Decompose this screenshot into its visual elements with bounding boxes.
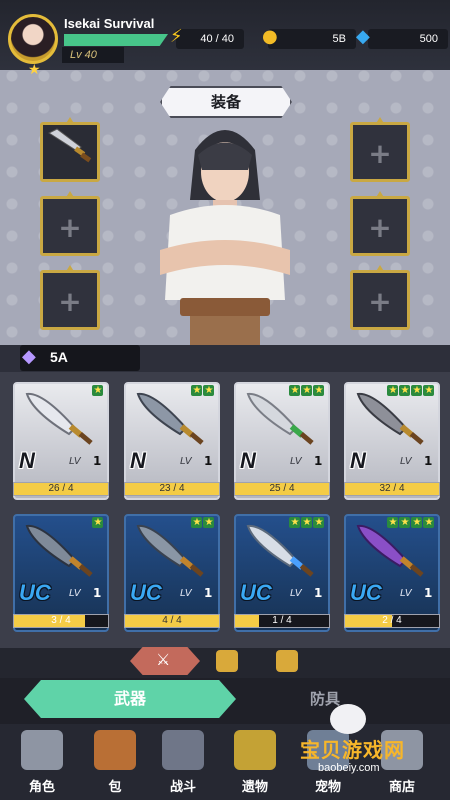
equip-slot-5[interactable]: + bbox=[350, 196, 410, 256]
gem-counter[interactable]: 500 bbox=[368, 29, 448, 49]
rarity-label: N bbox=[130, 448, 146, 473]
progress-text: 2 / 4 bbox=[382, 615, 402, 626]
rarity-label: UC bbox=[19, 580, 51, 605]
upgrade-progress: 3 / 4 bbox=[13, 614, 109, 628]
rank-star-icon: ★ bbox=[28, 62, 41, 78]
gold-counter[interactable]: 5B bbox=[268, 29, 356, 49]
level-label: LV bbox=[69, 588, 81, 599]
power-value: 5A bbox=[50, 349, 68, 365]
level-label: LV bbox=[180, 456, 192, 467]
watermark-url: baobeiy.com bbox=[318, 762, 380, 774]
gem-icon: ◆ bbox=[356, 26, 370, 47]
level-label: LV bbox=[69, 456, 81, 467]
upgrade-progress: 23 / 4 bbox=[124, 482, 220, 496]
upgrade-progress: 25 / 4 bbox=[234, 482, 330, 496]
level-value: 1 bbox=[424, 454, 433, 468]
level-value: 1 bbox=[204, 586, 213, 600]
rarity-label: UC bbox=[130, 580, 162, 605]
plus-icon: + bbox=[368, 285, 392, 318]
crystal-icon: ◆ bbox=[22, 346, 36, 367]
nav-label: 宠物 bbox=[314, 780, 341, 795]
nav-item[interactable]: 角色 bbox=[12, 730, 72, 796]
upgrade-progress: 2 / 4 bbox=[344, 614, 440, 628]
rarity-label: N bbox=[19, 448, 35, 473]
coin-icon: ● bbox=[262, 26, 278, 47]
player-name: Isekai Survival bbox=[64, 16, 155, 31]
blade-icon bbox=[356, 524, 424, 577]
equip-slot-weapon[interactable] bbox=[40, 122, 100, 182]
blade-icon bbox=[25, 392, 93, 445]
level-value: 1 bbox=[314, 454, 323, 468]
progress-fill bbox=[14, 615, 85, 627]
progress-fill bbox=[235, 615, 259, 627]
nav-label: 遗物 bbox=[241, 780, 268, 795]
progress-text: 3 / 4 bbox=[51, 615, 71, 626]
sword-icon: ⚔ bbox=[156, 650, 171, 669]
level-value: 1 bbox=[314, 586, 323, 600]
plus-icon: + bbox=[368, 211, 392, 244]
player-avatar[interactable] bbox=[8, 14, 58, 64]
level-label: LV bbox=[180, 588, 192, 599]
level-label: LV bbox=[290, 456, 302, 467]
level-value: 1 bbox=[204, 454, 213, 468]
level-value: 1 bbox=[93, 586, 102, 600]
level-label: LV bbox=[290, 588, 302, 599]
level-label: LV bbox=[400, 456, 412, 467]
energy-counter[interactable]: 40 / 40 bbox=[176, 29, 244, 49]
player-level: Lv 40 bbox=[62, 47, 124, 63]
nav-label: 商店 bbox=[388, 780, 415, 795]
upgrade-progress: 26 / 4 bbox=[13, 482, 109, 496]
nav-label: 角色 bbox=[28, 780, 55, 795]
power-bar bbox=[20, 345, 140, 371]
progress-text: 4 / 4 bbox=[162, 615, 182, 626]
progress-text: 1 / 4 bbox=[272, 615, 292, 626]
crown-icon bbox=[234, 730, 276, 770]
progress-text: 25 / 4 bbox=[269, 483, 295, 494]
blade-icon bbox=[136, 392, 204, 445]
equip-slot-3[interactable]: + bbox=[40, 270, 100, 330]
progress-text: 23 / 4 bbox=[159, 483, 185, 494]
sword-icon bbox=[47, 128, 92, 163]
experience-bar bbox=[64, 34, 168, 46]
blade-icon bbox=[246, 392, 314, 445]
plus-icon: + bbox=[58, 285, 82, 318]
nav-item[interactable]: 战斗 bbox=[153, 730, 213, 796]
equip-slot-6[interactable]: + bbox=[350, 270, 410, 330]
equip-slot-2[interactable]: + bbox=[40, 196, 100, 256]
blade-icon bbox=[356, 392, 424, 445]
tab-armor[interactable]: 防具 bbox=[270, 688, 380, 709]
equip-slot-4[interactable]: + bbox=[350, 122, 410, 182]
helmet-icon bbox=[21, 730, 63, 770]
rarity-label: N bbox=[350, 448, 366, 473]
watermark-title: 宝贝游戏网 bbox=[300, 738, 405, 762]
upgrade-progress: 1 / 4 bbox=[234, 614, 330, 628]
nav-item[interactable]: 包 bbox=[85, 730, 145, 796]
upgrade-progress: 4 / 4 bbox=[124, 614, 220, 628]
level-value: 1 bbox=[93, 454, 102, 468]
progress-text: 26 / 4 bbox=[48, 483, 74, 494]
filter-blade[interactable] bbox=[216, 650, 238, 672]
level-value: 1 bbox=[424, 586, 433, 600]
plus-icon: + bbox=[368, 137, 392, 170]
rarity-label: UC bbox=[240, 580, 272, 605]
backpack-icon bbox=[94, 730, 136, 770]
watermark-logo bbox=[330, 704, 366, 734]
level-label: LV bbox=[400, 588, 412, 599]
upgrade-progress: 32 / 4 bbox=[344, 482, 440, 496]
lightning-icon: ⚡ bbox=[170, 26, 183, 47]
hero-character bbox=[160, 130, 290, 345]
blade-icon bbox=[25, 524, 93, 577]
progress-text: 32 / 4 bbox=[379, 483, 405, 494]
blade-icon bbox=[246, 524, 314, 577]
nav-label: 战斗 bbox=[169, 780, 196, 795]
nav-item[interactable]: 遗物 bbox=[225, 730, 285, 796]
rarity-label: N bbox=[240, 448, 256, 473]
plus-icon: + bbox=[58, 211, 82, 244]
tab-weapon[interactable]: 武器 bbox=[24, 680, 236, 718]
blade-icon bbox=[136, 524, 204, 577]
filter-axe[interactable] bbox=[276, 650, 298, 672]
gate-icon bbox=[162, 730, 204, 770]
nav-label: 包 bbox=[108, 780, 122, 795]
rarity-label: UC bbox=[350, 580, 382, 605]
